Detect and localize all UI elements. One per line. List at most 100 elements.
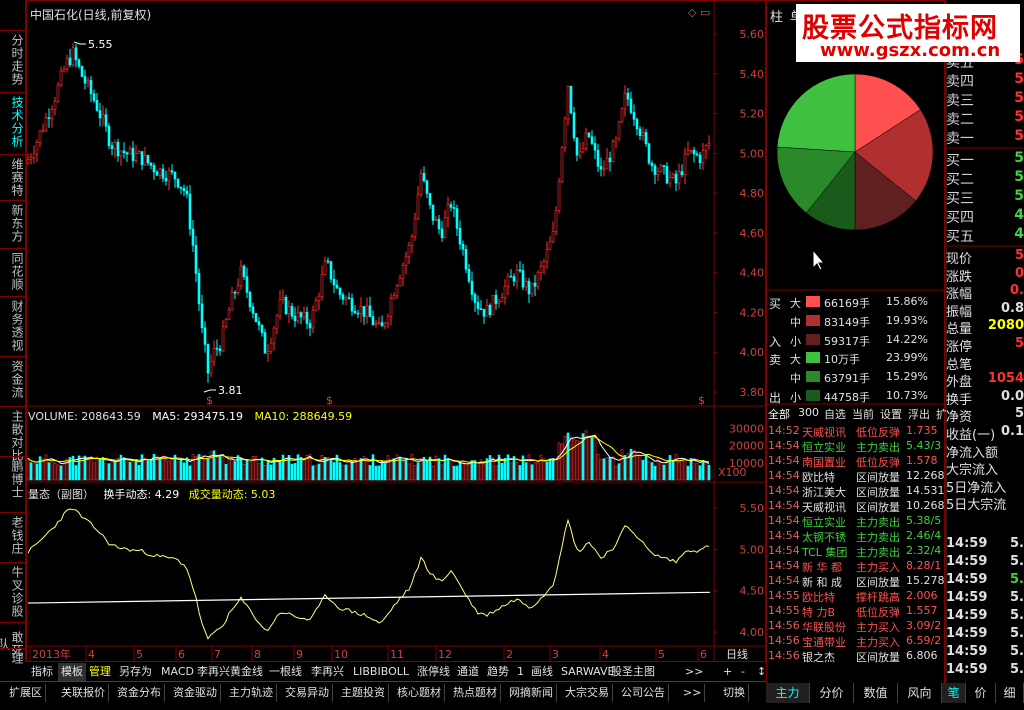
left-tab-10[interactable]: 牛叉诊股 — [2, 566, 24, 618]
indicator-tab-0[interactable]: 指标 — [28, 663, 56, 681]
quote-stat-label: 净流入额 — [946, 445, 999, 461]
bottom-tab-10[interactable]: 大宗交易 — [562, 684, 613, 702]
orderbook-row: 卖四 5 — [946, 71, 1024, 91]
filter-tab-0[interactable]: 全部 — [768, 406, 790, 422]
signal-action: 主力卖出 — [856, 441, 900, 454]
signal-row[interactable]: 14:54 浙江美大 区间放量 14.531 — [766, 484, 946, 499]
indicator-tab-4[interactable]: MACD — [158, 663, 197, 681]
right-bottom-tab-0[interactable]: 主力 — [766, 683, 810, 703]
volume-bar — [344, 464, 348, 481]
price-tick-label: 4.00 — [740, 346, 765, 359]
signal-row[interactable]: 14:55 欧比特 撑杆跳高 2.006 — [766, 589, 946, 604]
bottom-tab-1[interactable]: 关联报价 — [58, 684, 109, 702]
indicator-tab-9[interactable]: 涨停线 — [414, 663, 453, 681]
right-top-tab-0[interactable]: 柱 — [770, 6, 783, 25]
left-tab-1[interactable]: 技术分析 — [2, 96, 24, 148]
filter-tab-3[interactable]: 当前 — [852, 406, 874, 422]
right-bottom-tab-5[interactable]: 价 — [966, 683, 996, 703]
signal-row[interactable]: 14:56 宝通带业 主力买入 6.59/2 — [766, 634, 946, 649]
left-tab-6[interactable]: 资金流 — [2, 360, 24, 399]
left-tab-9[interactable]: 老钱庄 — [2, 516, 24, 555]
indicator-tab-12[interactable]: 1 — [514, 663, 527, 681]
bottom-tab-11[interactable]: 公司公告 — [618, 684, 669, 702]
filter-tab-1[interactable]: 300 — [798, 406, 819, 419]
left-tab-8[interactable]: 鹏博士 — [2, 460, 24, 499]
bottom-tab-3[interactable]: 资金驱动 — [170, 684, 221, 702]
left-tab-4[interactable]: 同花顺 — [2, 252, 24, 291]
volume-bar — [431, 465, 435, 481]
switch-button[interactable]: 切换 — [720, 684, 749, 702]
bottom-tab-2[interactable]: 资金分布 — [114, 684, 165, 702]
right-bottom-tab-1[interactable]: 分价 — [810, 683, 854, 703]
chart-corner-icons[interactable]: ◇ ▭ — [688, 6, 710, 19]
signal-row[interactable]: 14:56 银之杰 区间放量 6.806 — [766, 649, 946, 664]
kline-chart-svg[interactable]: 5.60 5.40 5.20 5.00 4.80 4.60 4.40 4.20 4.00 3.80… — [26, 0, 766, 662]
quote-stat-label: 涨跌 — [946, 269, 973, 285]
chart-area[interactable]: 5.60 5.40 5.20 5.00 4.80 4.60 4.40 4.20 4.00 3.80… — [26, 0, 766, 662]
indicator-tab-8[interactable]: LIBBIBOLL — [350, 663, 412, 681]
filter-tab-2[interactable]: 自选 — [824, 406, 846, 422]
bottom-tab-4[interactable]: 主力轨迹 — [226, 684, 277, 702]
indicator-volume-dyn: 成交量动态: 5.03 — [188, 488, 276, 501]
signal-row[interactable]: 14:52 天威视讯 低位反弹 1.735 — [766, 424, 946, 439]
bottom-tab-8[interactable]: 热点题材 — [450, 684, 501, 702]
zoom-in-button[interactable]: + — [720, 663, 735, 681]
right-bottom-tab-2[interactable]: 数值 — [854, 683, 898, 703]
filter-tab-5[interactable]: 浮出 — [908, 406, 930, 422]
right-bottom-tab-3[interactable]: 风向 — [898, 683, 942, 703]
candle-body — [680, 171, 684, 175]
bottom-more-button[interactable]: >> — [680, 684, 706, 702]
indicator-tab-1[interactable]: 模板 — [58, 663, 86, 681]
indicator-tab-6[interactable]: 一根线 — [266, 663, 305, 681]
signal-time: 14:54 — [768, 454, 800, 467]
left-tab-7[interactable]: 主散对比 — [2, 410, 24, 462]
volume-bar — [467, 464, 471, 481]
bottom-tab-6[interactable]: 主题投资 — [338, 684, 389, 702]
signal-row[interactable]: 14:54 恒立实业 主力卖出 5.43/3 — [766, 439, 946, 454]
bottom-tab-7[interactable]: 核心题材 — [394, 684, 445, 702]
signal-row[interactable]: 14:54 欧比特 区间放量 12.268 — [766, 469, 946, 484]
filter-tab-4[interactable]: 设置 — [880, 406, 902, 422]
bottom-tab-5[interactable]: 交易异动 — [282, 684, 333, 702]
right-bottom-tab-4[interactable]: 笔 — [942, 683, 966, 703]
signal-row[interactable]: 14:54 太钢不锈 主力卖出 2.46/4 — [766, 529, 946, 544]
left-tab-5[interactable]: 财务透视 — [2, 300, 24, 352]
indicator-tab-13[interactable]: 画线 — [528, 663, 556, 681]
signal-row[interactable]: 14:56 华联股份 主力买入 3.09/2 — [766, 619, 946, 634]
bottom-tab-9[interactable]: 网摘新闻 — [506, 684, 557, 702]
right-bottom-tab-6[interactable]: 细 — [996, 683, 1024, 703]
volume-ma10: MA10: 288649.59 — [254, 410, 353, 423]
volume-bar — [455, 465, 459, 481]
toolbar-more-button[interactable]: >> — [682, 663, 706, 681]
volume-bar — [227, 458, 231, 481]
signal-row[interactable]: 14:55 特 力B 低位反弹 1.557 — [766, 604, 946, 619]
left-tab-0[interactable]: 分时走势 — [2, 34, 24, 86]
candle-body — [194, 245, 198, 274]
left-tab-divider — [0, 154, 25, 155]
candle-body — [455, 208, 459, 229]
indicator-tab-11[interactable]: 趋势 — [484, 663, 512, 681]
signal-row[interactable]: 14:54 恒立实业 主力卖出 5.38/5 — [766, 514, 946, 529]
signal-row[interactable]: 14:54 新 和 成 区间放量 15.278 — [766, 574, 946, 589]
trade-time: 14:59 — [946, 644, 988, 659]
indicator-tab-7[interactable]: 李再兴 — [308, 663, 347, 681]
indicator-tab-15[interactable]: 股圣主图 — [608, 663, 658, 681]
left-tab-3[interactable]: 新东方 — [2, 204, 24, 243]
indicator-tab-10[interactable]: 通道 — [454, 663, 482, 681]
volume-bar — [248, 461, 252, 481]
signal-row[interactable]: 14:54 天威视讯 区间放量 10.268 — [766, 499, 946, 514]
left-tab-2[interactable]: 维赛特 — [2, 158, 24, 197]
volume-bar — [473, 460, 477, 481]
indicator-tab-5[interactable]: 李再兴黄金线 — [194, 663, 266, 681]
candle-body — [149, 162, 153, 166]
bottom-tab-0[interactable]: 扩展区 — [6, 684, 46, 702]
signal-row[interactable]: 14:54 南国置业 低位反弹 1.578 — [766, 454, 946, 469]
indicator-tab-3[interactable]: 另存为 — [116, 663, 155, 681]
volume-bar — [554, 459, 558, 481]
zoom-out-button[interactable]: - — [738, 663, 748, 681]
left-tab-12[interactable]: 理 — [2, 652, 24, 665]
signal-row[interactable]: 14:54 新 华 都 主力买入 8.28/1 — [766, 559, 946, 574]
indicator-tab-2[interactable]: 管理 — [86, 663, 114, 681]
signal-row[interactable]: 14:54 TCL 集团 主力卖出 2.32/4 — [766, 544, 946, 559]
volume-bar — [299, 457, 303, 481]
